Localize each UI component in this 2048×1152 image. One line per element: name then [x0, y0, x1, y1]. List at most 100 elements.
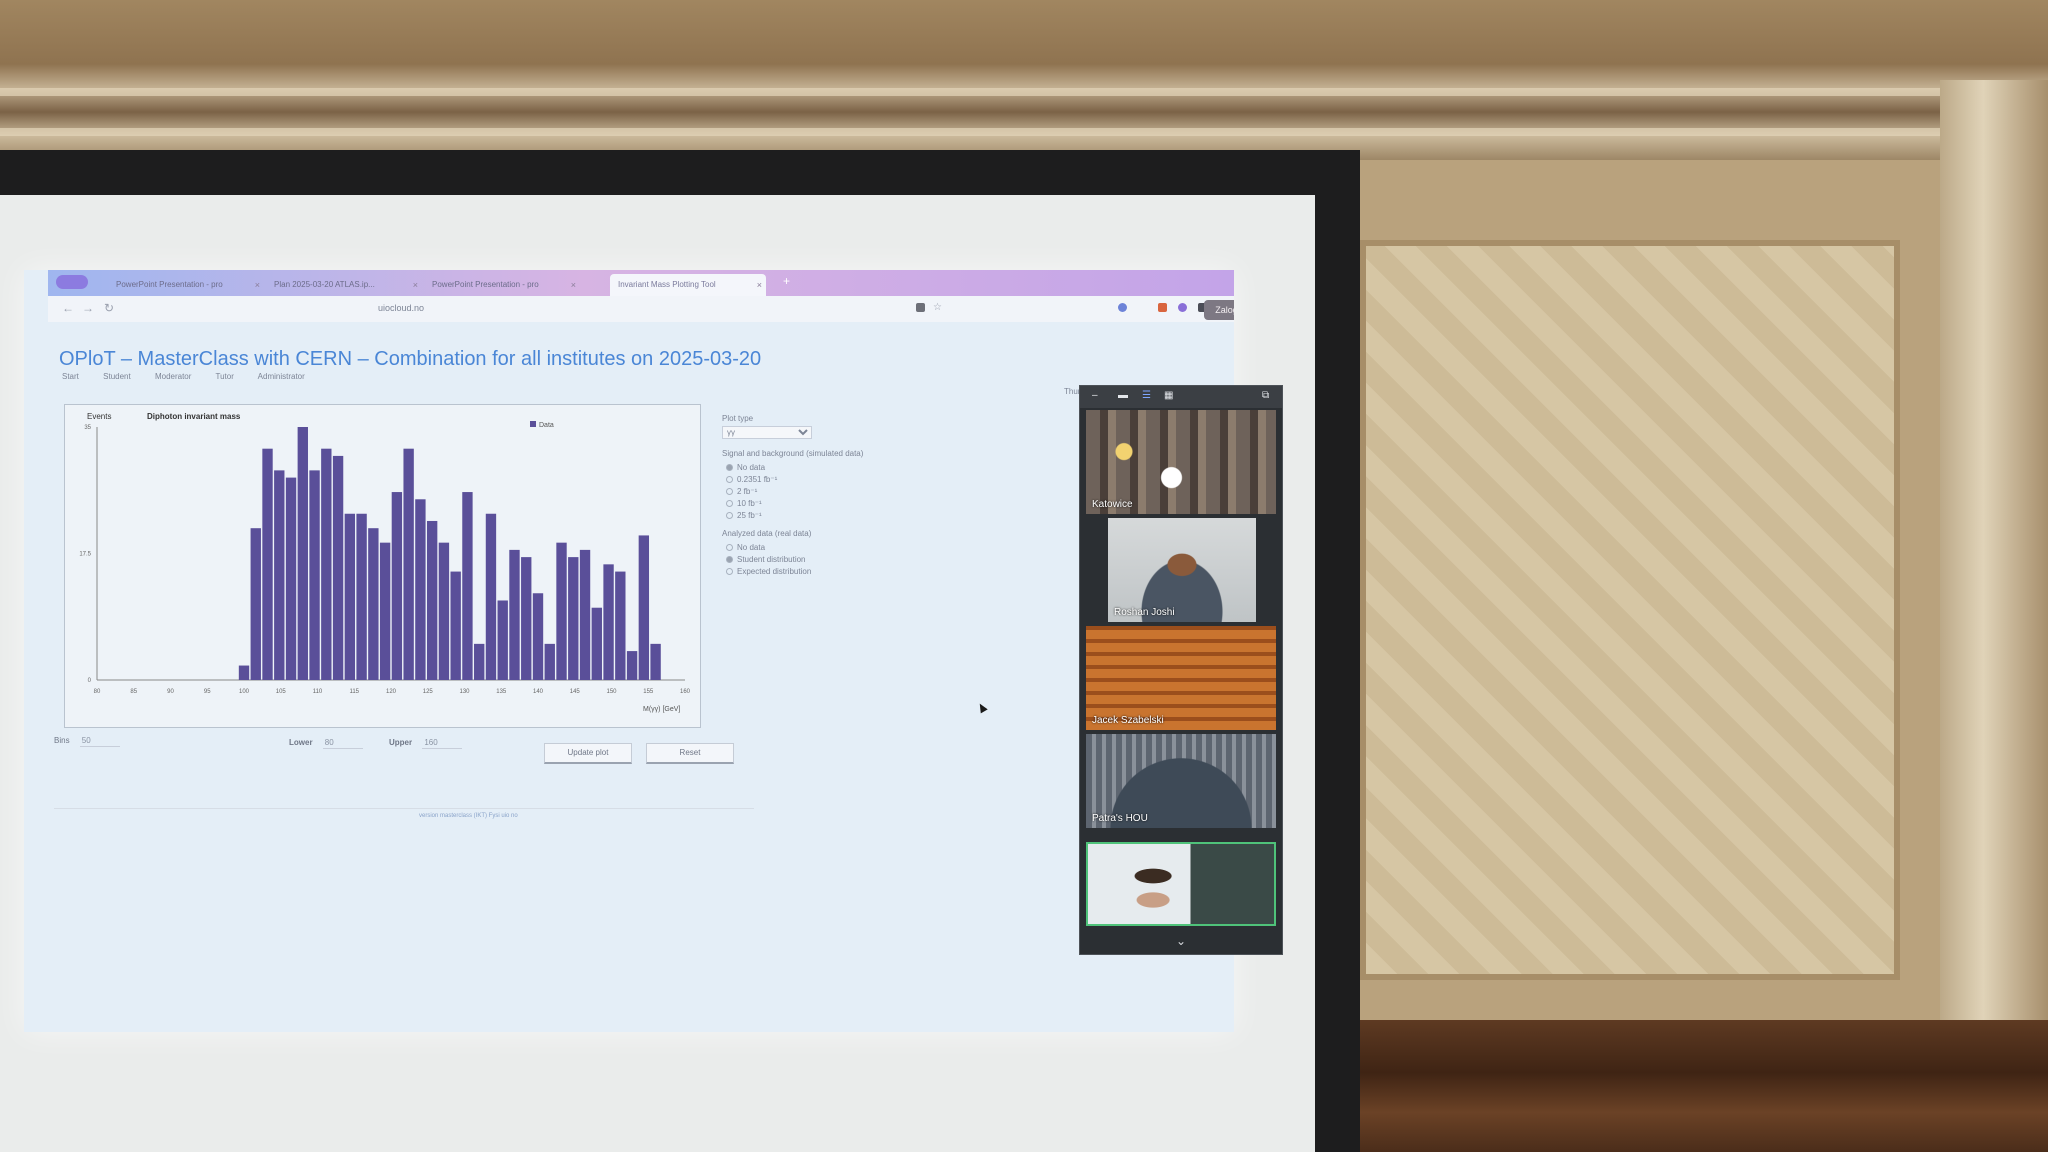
radio-expected-distribution[interactable]: Expected distribution: [726, 565, 922, 577]
projected-browser: PowerPoint Presentation - pro × Plan 202…: [24, 270, 1234, 1032]
legend-swatch: [530, 421, 536, 427]
x-tick-label: 150: [606, 689, 617, 695]
popout-icon[interactable]: ⧉: [1262, 391, 1272, 401]
radio-10fb[interactable]: 10 fb⁻¹: [726, 497, 922, 509]
histogram-bar: [462, 492, 473, 680]
nav-start[interactable]: Start: [62, 372, 79, 381]
radio-2fb[interactable]: 2 fb⁻¹: [726, 485, 922, 497]
video-toolbar: – ▬ ☰ ▦ ⧉: [1080, 386, 1282, 408]
video-tile[interactable]: Jacek Szabelski: [1086, 626, 1276, 730]
extension-icon[interactable]: [1118, 303, 1127, 312]
histogram-bar: [332, 455, 344, 680]
histogram-bar: [297, 427, 308, 680]
radio-no-data[interactable]: No data: [726, 461, 922, 473]
back-icon[interactable]: ←: [62, 301, 74, 315]
radio-real-no-data[interactable]: No data: [726, 541, 922, 553]
x-tick-label: 155: [643, 689, 654, 695]
nav-moderator[interactable]: Moderator: [155, 372, 191, 381]
histogram-bar: [415, 499, 426, 680]
shield-icon[interactable]: [1158, 303, 1167, 312]
nav-administrator[interactable]: Administrator: [258, 372, 305, 381]
radio-label: 10 fb⁻¹: [737, 498, 762, 508]
plot-type-select[interactable]: γγ: [722, 426, 812, 439]
speaker-view-icon[interactable]: ▬: [1118, 391, 1128, 401]
lower-input[interactable]: [322, 737, 363, 749]
bins-input[interactable]: [79, 735, 120, 747]
page-title: OPloT – MasterClass with CERN – Combinat…: [59, 348, 762, 370]
radio-student-distribution[interactable]: Student distribution: [726, 553, 922, 565]
reset-button[interactable]: Reset: [646, 743, 734, 764]
nav-student[interactable]: Student: [103, 372, 131, 381]
upper-input[interactable]: [422, 737, 463, 749]
upper-control: Upper: [389, 737, 463, 749]
histogram-bar: [238, 665, 250, 680]
chevron-down-icon[interactable]: ⌄: [1080, 932, 1282, 954]
plot-controls: Bins Lower Upper Update plot Reset: [54, 733, 734, 773]
tab-4-label: Invariant Mass Plotting Tool: [618, 280, 716, 289]
x-tick-label: 85: [130, 689, 137, 695]
radio-button[interactable]: [726, 475, 733, 483]
histogram-bar: [438, 542, 450, 680]
x-tick-label: 105: [276, 689, 287, 695]
minimize-icon[interactable]: –: [1092, 391, 1102, 401]
close-icon[interactable]: ×: [757, 274, 762, 296]
histogram-bar: [250, 528, 261, 680]
radio-button[interactable]: [726, 555, 733, 563]
radio-button[interactable]: [726, 543, 733, 551]
radio-button[interactable]: [726, 463, 733, 471]
x-tick-label: 90: [167, 689, 174, 695]
wall-panel: [1360, 240, 1900, 980]
new-tab-button[interactable]: +: [783, 274, 790, 288]
nav-tutor[interactable]: Tutor: [216, 372, 234, 381]
plot-type-label: Plot type: [722, 414, 754, 423]
video-tile[interactable]: Katowice: [1086, 410, 1276, 514]
video-tile-active[interactable]: [1086, 842, 1276, 926]
histogram-bar: [403, 448, 414, 680]
signal-label: Signal and background (simulated data): [722, 449, 864, 458]
video-tile[interactable]: Roshan Joshi: [1108, 518, 1256, 622]
update-plot-button[interactable]: Update plot: [544, 743, 632, 764]
star-icon[interactable]: ☆: [933, 302, 942, 313]
analyzed-label: Analyzed data (real data): [722, 529, 812, 538]
histogram-bar: [262, 448, 273, 680]
radio-button[interactable]: [726, 511, 733, 519]
tab-3[interactable]: PowerPoint Presentation - pro ×: [424, 274, 580, 296]
extensions-icon[interactable]: [916, 303, 925, 312]
pilaster: [1940, 80, 2048, 1040]
chart-ylabel: Events: [87, 412, 111, 421]
close-icon[interactable]: ×: [571, 274, 576, 296]
histogram-bar: [356, 513, 367, 680]
histogram-bar: [650, 643, 661, 680]
tab-1-label: PowerPoint Presentation - pro: [116, 280, 223, 289]
radio-label: 25 fb⁻¹: [737, 510, 762, 520]
radio-0-2351[interactable]: 0.2351 fb⁻¹: [726, 473, 922, 485]
radio-25fb[interactable]: 25 fb⁻¹: [726, 509, 922, 521]
radio-button[interactable]: [726, 567, 733, 575]
radio-button[interactable]: [726, 487, 733, 495]
radio-label: Expected distribution: [737, 566, 812, 576]
x-tick-label: 160: [680, 689, 691, 695]
forward-icon[interactable]: →: [82, 301, 94, 315]
close-icon[interactable]: ×: [413, 274, 418, 296]
x-tick-label: 145: [570, 689, 581, 695]
tab-bar: PowerPoint Presentation - pro × Plan 202…: [48, 270, 1234, 296]
video-tile[interactable]: Patra's HOU: [1086, 734, 1276, 828]
footer-text: version masterclass (IKT) Fysi uio no: [419, 813, 518, 819]
reload-icon[interactable]: ↻: [104, 301, 114, 315]
lower-control: Lower: [289, 737, 363, 749]
url-field[interactable]: uiocloud.no: [378, 303, 424, 313]
radio-button[interactable]: [726, 499, 733, 507]
close-icon[interactable]: ×: [255, 274, 260, 296]
tab-1[interactable]: PowerPoint Presentation - pro ×: [108, 274, 264, 296]
grid-icon[interactable]: ▦: [1164, 391, 1174, 401]
gallery-strip-icon[interactable]: ☰: [1142, 391, 1152, 401]
profile-button[interactable]: [56, 275, 88, 289]
radio-label: No data: [737, 542, 766, 552]
histogram-bar: [509, 549, 520, 680]
extension-icon[interactable]: [1178, 303, 1187, 312]
page-nav: Start Student Moderator Tutor Administra…: [62, 372, 327, 381]
tab-4[interactable]: Invariant Mass Plotting Tool ×: [610, 274, 766, 296]
login-button[interactable]: Zaloguj się: [1204, 300, 1234, 320]
histogram-bar: [626, 651, 638, 680]
tab-2[interactable]: Plan 2025-03-20 ATLAS.ip... ×: [266, 274, 422, 296]
